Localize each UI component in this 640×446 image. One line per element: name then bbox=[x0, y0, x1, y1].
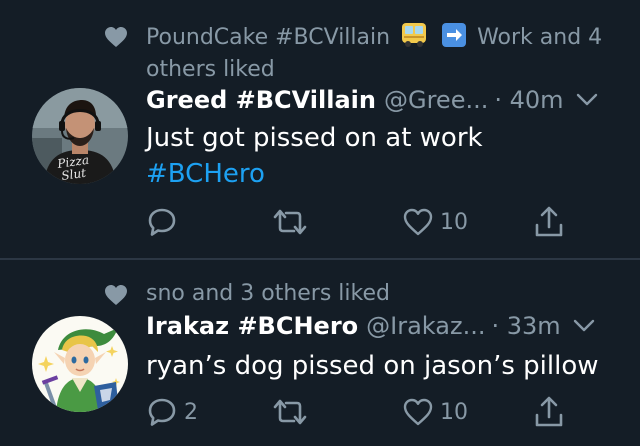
tweet-timestamp[interactable]: · 40m bbox=[494, 86, 563, 114]
avatar[interactable]: Pizza Slut bbox=[32, 88, 128, 184]
reply-count: 2 bbox=[184, 399, 198, 425]
tweet-actions: 2 10 bbox=[146, 392, 566, 432]
tweet-item[interactable]: PoundCake #BCVillain Work and 4 others l… bbox=[0, 0, 640, 258]
social-context-prefix[interactable]: PoundCake #BCVillain bbox=[146, 25, 390, 50]
social-context-prefix[interactable]: sno and 3 others liked bbox=[146, 281, 390, 306]
right-arrow-emoji bbox=[441, 22, 467, 56]
share-button[interactable] bbox=[534, 202, 564, 242]
like-count: 10 bbox=[440, 399, 468, 425]
tweet-item[interactable]: sno and 3 others liked Irakaz #BCHero @I… bbox=[0, 262, 640, 446]
heart-filled-icon bbox=[105, 285, 127, 305]
tweet-text: ryan’s dog pissed on jason’s pillow bbox=[146, 348, 616, 384]
tweet-text: Just got pissed on at work #BCHero bbox=[146, 120, 616, 192]
reply-button[interactable]: 2 bbox=[146, 392, 198, 432]
heart-outline-icon bbox=[403, 398, 433, 426]
social-context-text: PoundCake #BCVillain Work and 4 others l… bbox=[146, 22, 616, 84]
heart-outline-icon bbox=[403, 208, 433, 236]
tweet-actions: 10 bbox=[146, 202, 566, 242]
like-button[interactable]: 10 bbox=[402, 202, 468, 242]
like-count: 10 bbox=[440, 209, 468, 235]
retweet-button[interactable] bbox=[272, 392, 314, 432]
heart-filled-icon bbox=[105, 27, 127, 47]
share-icon bbox=[535, 206, 563, 237]
social-context-text: sno and 3 others liked bbox=[146, 280, 616, 308]
reply-button[interactable] bbox=[146, 202, 184, 242]
chevron-down-icon[interactable] bbox=[576, 93, 598, 107]
avatar[interactable] bbox=[32, 316, 128, 412]
retweet-icon bbox=[273, 399, 307, 425]
author-handle[interactable]: @Irakaz... bbox=[366, 312, 485, 340]
social-context: PoundCake #BCVillain Work and 4 others l… bbox=[104, 22, 616, 84]
bus-emoji bbox=[400, 22, 428, 56]
tweet-body: ryan’s dog pissed on jason’s pillow bbox=[146, 351, 599, 381]
reply-bubble-icon bbox=[148, 398, 176, 426]
share-icon bbox=[535, 396, 563, 427]
like-button[interactable]: 10 bbox=[402, 392, 468, 432]
tweet-header: Greed #BCVillain @Gree... · 40m bbox=[146, 86, 616, 114]
hashtag-link[interactable]: #BCHero bbox=[146, 156, 616, 192]
author-name[interactable]: Greed #BCVillain bbox=[146, 86, 376, 114]
social-context: sno and 3 others liked bbox=[104, 280, 616, 308]
tweet-body: Just got pissed on at work bbox=[146, 123, 483, 153]
chevron-down-icon[interactable] bbox=[573, 319, 595, 333]
retweet-button[interactable] bbox=[272, 202, 314, 242]
retweet-icon bbox=[273, 209, 307, 235]
share-button[interactable] bbox=[534, 392, 564, 432]
author-handle[interactable]: @Gree... bbox=[384, 86, 488, 114]
tweet-divider bbox=[0, 258, 640, 260]
author-name[interactable]: Irakaz #BCHero bbox=[146, 312, 358, 340]
tweet-header: Irakaz #BCHero @Irakaz... · 33m bbox=[146, 312, 616, 340]
reply-bubble-icon bbox=[148, 208, 176, 236]
tweet-timestamp[interactable]: · 33m bbox=[491, 312, 560, 340]
